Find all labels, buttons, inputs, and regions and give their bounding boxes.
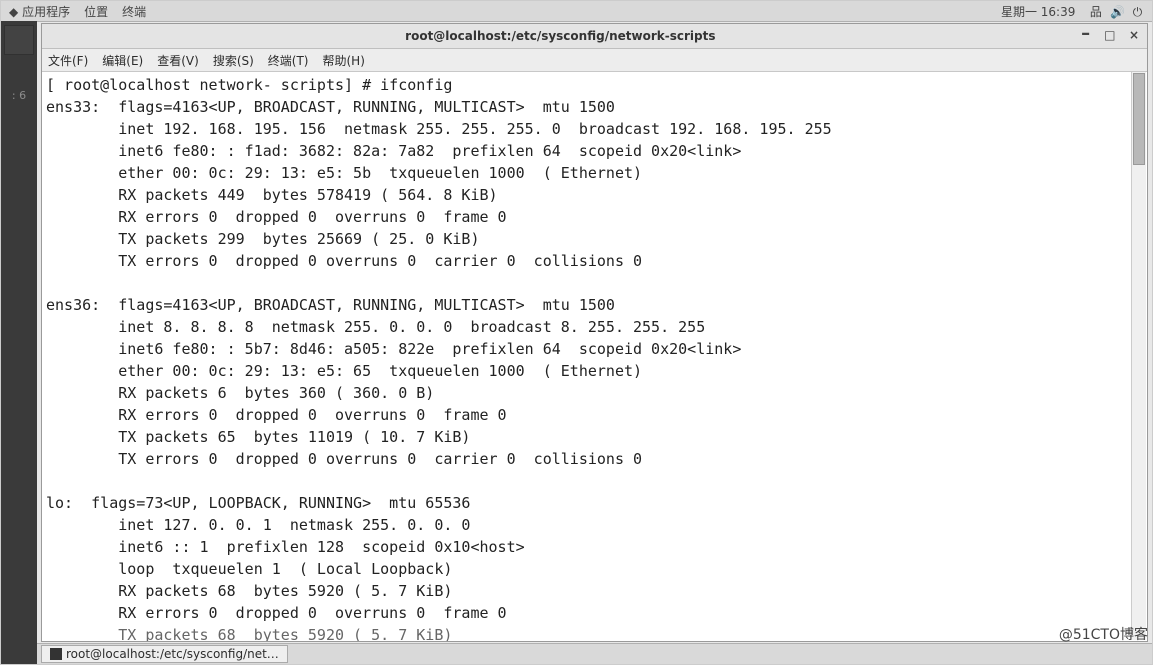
window-title: root@localhost:/etc/sysconfig/network-sc… [48,29,1073,43]
apps-icon: ◆ [9,5,18,19]
menu-edit[interactable]: 编辑(E) [102,52,143,69]
term-line: [ root@localhost network- scripts] # ifc… [46,76,452,94]
sound-icon[interactable]: 🔊 [1110,5,1123,19]
left-panel: : 6 [1,21,37,664]
gnome-top-panel: ◆ 应用程序 位置 终端 星期一 16:39 品 🔊 ⏻ [1,1,1152,22]
term-line: TX errors 0 dropped 0 overruns 0 carrier… [46,450,642,468]
term-line: TX errors 0 dropped 0 overruns 0 carrier… [46,252,642,270]
scrollbar[interactable] [1131,72,1146,640]
term-line: inet 8. 8. 8. 8 netmask 255. 0. 0. 0 bro… [46,318,705,336]
window-titlebar[interactable]: root@localhost:/etc/sysconfig/network-sc… [42,24,1147,49]
bottom-taskbar: root@localhost:/etc/sysconfig/net… [37,643,1152,664]
term-line: RX errors 0 dropped 0 overruns 0 frame 0 [46,406,507,424]
term-line: RX errors 0 dropped 0 overruns 0 frame 0 [46,208,507,226]
menu-file[interactable]: 文件(F) [48,52,88,69]
power-icon[interactable]: ⏻ [1131,5,1144,20]
term-line: ether 00: 0c: 29: 13: e5: 5b txqueuelen … [46,164,642,182]
term-line: inet6 fe80: : f1ad: 3682: 82a: 7a82 pref… [46,142,741,160]
task-item-label: root@localhost:/etc/sysconfig/net… [66,647,279,661]
term-line: RX errors 0 dropped 0 overruns 0 frame 0 [46,604,507,622]
term-line: inet 127. 0. 0. 1 netmask 255. 0. 0. 0 [46,516,470,534]
term-line: TX packets 68 bytes 5920 ( 5. 7 KiB) [46,626,452,641]
left-clock-text: : 6 [12,89,26,102]
apps-menu[interactable]: ◆ 应用程序 [9,5,70,19]
terminal-content[interactable]: [ root@localhost network- scripts] # ifc… [42,72,1147,641]
term-line: RX packets 68 bytes 5920 ( 5. 7 KiB) [46,582,452,600]
scrollbar-thumb[interactable] [1133,73,1145,165]
terminal-menubar: 文件(F) 编辑(E) 查看(V) 搜索(S) 终端(T) 帮助(H) [42,49,1147,72]
term-line: inet 192. 168. 195. 156 netmask 255. 255… [46,120,832,138]
term-line: ens36: flags=4163<UP, BROADCAST, RUNNING… [46,296,615,314]
term-line: loop txqueuelen 1 ( Local Loopback) [46,560,452,578]
terminal-icon [50,648,62,660]
minimize-button[interactable]: – [1079,30,1093,44]
menu-view[interactable]: 查看(V) [157,52,199,69]
term-line: ens33: flags=4163<UP, BROADCAST, RUNNING… [46,98,615,116]
menu-help[interactable]: 帮助(H) [323,52,365,69]
system-tray[interactable]: 品 🔊 ⏻ [1085,3,1144,20]
terminal-window: root@localhost:/etc/sysconfig/network-sc… [41,23,1148,642]
term-line: TX packets 299 bytes 25669 ( 25. 0 KiB) [46,230,479,248]
term-line: lo: flags=73<UP, LOOPBACK, RUNNING> mtu … [46,494,470,512]
places-menu[interactable]: 位置 [84,3,108,20]
maximize-button[interactable]: □ [1103,28,1117,42]
network-icon[interactable]: 品 [1089,3,1102,20]
term-line: inet6 fe80: : 5b7: 8d46: a505: 822e pref… [46,340,741,358]
term-line: ether 00: 0c: 29: 13: e5: 65 txqueuelen … [46,362,642,380]
term-line: inet6 :: 1 prefixlen 128 scopeid 0x10<ho… [46,538,525,556]
menu-terminal[interactable]: 终端(T) [268,52,309,69]
watermark-text: @51CTO博客 [1059,624,1148,644]
term-line: RX packets 6 bytes 360 ( 360. 0 B) [46,384,434,402]
clock-text: 星期一 16:39 [1001,3,1075,20]
term-line: RX packets 449 bytes 578419 ( 564. 8 KiB… [46,186,498,204]
terminal-menu[interactable]: 终端 [122,3,146,20]
term-line: TX packets 65 bytes 11019 ( 10. 7 KiB) [46,428,470,446]
panel-icon[interactable] [4,25,34,55]
menu-search[interactable]: 搜索(S) [213,52,254,69]
close-button[interactable]: × [1127,28,1141,42]
task-item-terminal[interactable]: root@localhost:/etc/sysconfig/net… [41,645,288,663]
